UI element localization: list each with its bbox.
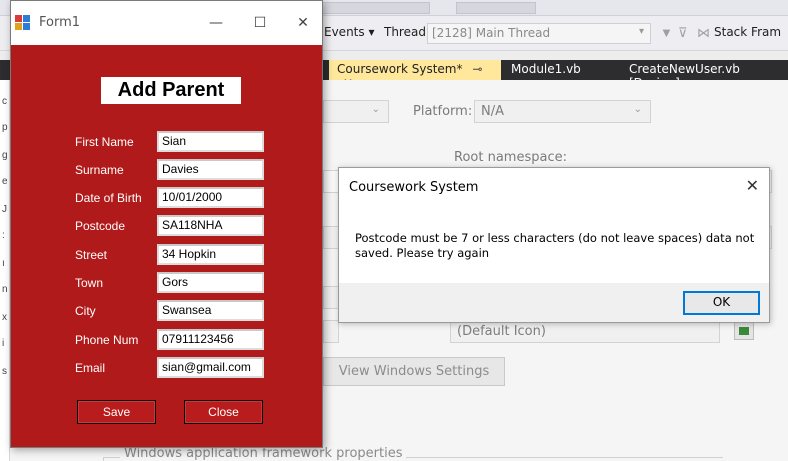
thread-dropdown[interactable]: [2128] Main Thread ▾ [427, 23, 651, 44]
close-icon[interactable]: ✕ [746, 176, 759, 195]
street-field[interactable]: 34 Hopkin [157, 244, 264, 265]
message-box: Coursework System ✕ Postcode must be 7 o… [338, 167, 770, 323]
city-field[interactable]: Swansea [157, 300, 264, 321]
strip-char: s [2, 366, 7, 377]
strip-char: g [2, 150, 8, 161]
strip-char: c [2, 96, 7, 107]
platform-dropdown[interactable]: N/A ⌄ [474, 100, 651, 123]
platform-label: Platform: [413, 104, 473, 119]
strip-char: x [2, 312, 7, 323]
date-of-birth-label: Date of Birth [75, 191, 142, 205]
strip-char: p [2, 122, 8, 133]
town-field[interactable]: Gors [157, 272, 264, 293]
strip-char: i [2, 338, 5, 349]
tab-createnewuser-design[interactable]: CreateNewUser.vb [Design] [621, 60, 788, 90]
street-label: Street [75, 248, 108, 262]
stack-frame-icon: ⋈ [697, 25, 710, 40]
icon-field-left[interactable] [323, 320, 339, 343]
close-icon[interactable]: ✕ [288, 11, 318, 35]
strip-char: n [2, 284, 8, 295]
icon-dropdown[interactable]: (Default Icon) [450, 320, 720, 343]
events-label[interactable]: Events ▾ [324, 25, 374, 39]
app-icon-preview-icon [739, 327, 749, 335]
date-of-birth-field[interactable]: 10/01/2000 [157, 187, 264, 208]
first-name-field[interactable]: Sian [157, 131, 264, 152]
stack-frame-label[interactable]: Stack Fram [714, 25, 781, 39]
icon-preview [734, 322, 754, 340]
town-label: Town [75, 276, 104, 290]
chevron-down-icon: ⌄ [371, 104, 380, 115]
platform-value: N/A [481, 104, 504, 119]
close-button[interactable]: Close [184, 400, 263, 424]
filter-icon[interactable]: ▼ [660, 25, 673, 40]
configuration-dropdown[interactable]: ⌄ [323, 100, 389, 123]
thread-value: [2128] Main Thread [432, 26, 551, 40]
toolbar-fragment [456, 2, 536, 14]
city-label: City [75, 304, 96, 318]
strip-char: J [2, 204, 7, 215]
form1-title: Form1 [39, 15, 81, 30]
phone-num-label: Phone Num [75, 333, 139, 347]
view-windows-settings-label: View Windows Settings [338, 364, 490, 379]
form-icon [15, 15, 31, 31]
strip-char: : [2, 230, 5, 241]
form1-window: Form1 — ☐ ✕ Add Parent First Name Sian S… [10, 0, 323, 448]
form1-titlebar: Form1 — ☐ ✕ [11, 1, 322, 45]
icon-value: (Default Icon) [457, 324, 546, 339]
message-box-title: Coursework System [349, 180, 479, 195]
email-label: Email [75, 361, 106, 375]
view-windows-settings-button[interactable]: View Windows Settings [323, 357, 505, 386]
add-parent-heading: Add Parent [101, 77, 241, 104]
tab-label: Coursework System* [337, 62, 463, 76]
chevron-down-icon: ▾ [638, 26, 644, 37]
toolbar-fragment [320, 2, 430, 14]
strip-char: e [2, 176, 8, 187]
maximize-icon[interactable]: ☐ [245, 11, 275, 35]
chevron-down-icon: ⌄ [633, 104, 642, 115]
minimize-icon[interactable]: — [201, 11, 231, 35]
root-namespace-label: Root namespace: [454, 150, 567, 165]
framework-group-label: Windows application framework properties [120, 446, 407, 461]
save-button[interactable]: Save [77, 400, 156, 424]
message-box-footer: OK [339, 283, 769, 322]
thread-label: Thread: [384, 25, 431, 39]
postcode-field[interactable]: SA118NHA [157, 215, 264, 236]
tab-module1[interactable]: Module1.vb [503, 60, 619, 80]
ok-button[interactable]: OK [683, 291, 760, 315]
flag-filter-icon[interactable]: ⊽ [678, 25, 688, 41]
message-text: Postcode must be 7 or less characters (d… [355, 231, 755, 260]
pin-icon[interactable]: ⊸ [472, 62, 482, 76]
tab-coursework-system[interactable]: Coursework System* ⊸ ✕ [329, 60, 501, 90]
left-panel-strip: c p g e J : ı n x i s [0, 80, 10, 461]
strip-char: ı [2, 258, 5, 269]
group-border [103, 457, 104, 461]
phone-num-field[interactable]: 07911123456 [157, 329, 264, 350]
first-name-label: First Name [75, 135, 134, 149]
surname-label: Surname [75, 163, 124, 177]
email-field[interactable]: sian@gmail.com [157, 357, 264, 378]
postcode-label: Postcode [75, 219, 126, 233]
surname-field[interactable]: Davies [157, 159, 264, 180]
tab-label: Module1.vb [511, 62, 581, 76]
